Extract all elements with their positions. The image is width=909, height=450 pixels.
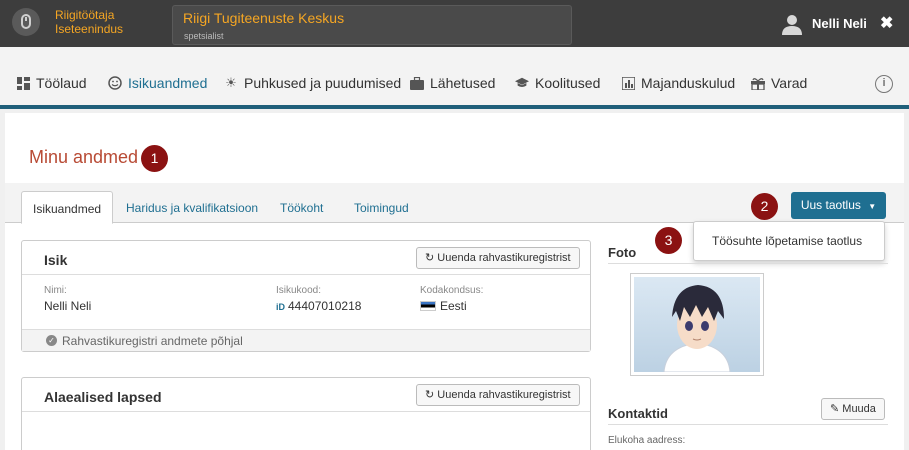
graduation-cap-icon bbox=[515, 76, 529, 90]
refresh-children-button[interactable]: ↻ Uuenda rahvastikuregistrist bbox=[416, 384, 580, 406]
brand-line1: Riigitöötaja bbox=[55, 8, 115, 22]
id-code-value: 44407010218 bbox=[288, 299, 362, 313]
new-request-dropdown: Töösuhte lõpetamise taotlus bbox=[693, 221, 885, 261]
tab-toimingud[interactable]: Toimingud bbox=[354, 201, 409, 215]
caret-down-icon: ▼ bbox=[868, 202, 877, 211]
person-card-title: Isik bbox=[44, 252, 68, 268]
photo-divider bbox=[608, 263, 888, 264]
nav-label: Varad bbox=[771, 75, 808, 91]
refresh-registry-button[interactable]: ↻ Uuenda rahvastikuregistrist bbox=[416, 247, 580, 269]
nav-label: Lähetused bbox=[430, 75, 496, 91]
new-request-label: Uus taotlus bbox=[800, 198, 861, 212]
nav-item-toolaud[interactable]: Töölaud bbox=[16, 75, 87, 91]
new-request-button[interactable]: Uus taotlus ▼ bbox=[791, 192, 886, 219]
edit-label: Muuda bbox=[842, 403, 876, 415]
children-card-title: Alaealised lapsed bbox=[44, 389, 162, 405]
page-title: Minu andmed bbox=[29, 147, 139, 167]
children-card: Alaealised lapsed ↻ Uuenda rahvastikureg… bbox=[21, 377, 591, 450]
mouse-logo-icon bbox=[12, 8, 40, 36]
name-value: Nelli Neli bbox=[44, 299, 92, 313]
step-badge-3: 3 bbox=[655, 227, 682, 254]
refresh-icon: ↻ bbox=[425, 252, 435, 264]
id-card-icon: iD bbox=[276, 302, 285, 312]
refresh-label: Uuenda rahvastikuregistrist bbox=[437, 252, 571, 264]
contacts-divider bbox=[608, 424, 888, 425]
nav-item-puhkused[interactable]: ☀ Puhkused ja puudumised bbox=[224, 75, 401, 91]
nav-label: Töölaud bbox=[36, 75, 87, 91]
nav-item-varad[interactable]: Varad bbox=[751, 75, 807, 91]
profile-photo[interactable] bbox=[630, 273, 764, 376]
user-name[interactable]: Nelli Neli bbox=[812, 16, 867, 31]
address-label: Elukoha aadress: bbox=[608, 435, 686, 446]
edit-icon: ✎ bbox=[830, 403, 840, 415]
nav-item-koolitused[interactable]: Koolitused bbox=[515, 75, 600, 91]
person-card-header: Isik ↻ Uuenda rahvastikuregistrist bbox=[22, 241, 590, 275]
edit-contacts-button[interactable]: ✎ Muuda bbox=[821, 398, 885, 420]
dropdown-item-termination-request[interactable]: Töösuhte lõpetamise taotlus bbox=[712, 234, 862, 248]
step-badge-2: 2 bbox=[751, 193, 778, 220]
estonian-flag-icon bbox=[420, 301, 436, 311]
brand[interactable]: Riigitöötaja Iseteenindus bbox=[55, 8, 123, 36]
check-circle-icon: ✓ bbox=[46, 335, 57, 346]
sun-icon: ☀ bbox=[225, 75, 237, 90]
top-bar: Riigitöötaja Iseteenindus Riigi Tugiteen… bbox=[0, 0, 909, 47]
tab-isikuandmed[interactable]: Isikuandmed bbox=[21, 191, 114, 224]
nav-label: Majanduskulud bbox=[641, 75, 736, 91]
id-code-field: iD 44407010218 bbox=[276, 299, 361, 313]
nav-item-lahetused[interactable]: Lähetused bbox=[410, 75, 495, 91]
name-label: Nimi: bbox=[44, 285, 67, 296]
registry-source-note: Rahvastikuregistri andmete põhjal bbox=[62, 334, 243, 348]
person-card-footer: ✓ Rahvastikuregistri andmete põhjal bbox=[22, 329, 590, 351]
contacts-title: Kontaktid bbox=[608, 406, 668, 421]
profile-photo-image bbox=[634, 277, 760, 372]
smiley-icon bbox=[108, 76, 122, 90]
id-code-label: Isikukood: bbox=[276, 285, 322, 296]
bar-chart-icon bbox=[621, 76, 635, 90]
user-icon bbox=[782, 15, 802, 35]
children-card-header: Alaealised lapsed ↻ Uuenda rahvastikureg… bbox=[22, 378, 590, 412]
step-badge-1: 1 bbox=[141, 145, 168, 172]
tab-haridus[interactable]: Haridus ja kvalifikatsioon bbox=[126, 201, 258, 215]
main-content: Minu andmed 1 Isikuandmed Haridus ja kva… bbox=[5, 113, 904, 450]
refresh-icon: ↻ bbox=[425, 389, 435, 401]
main-navigation: Töölaud Isikuandmed ☀ Puhkused ja puudum… bbox=[0, 47, 909, 109]
organization-role: spetsialist bbox=[184, 31, 224, 41]
nav-label: Puhkused ja puudumised bbox=[244, 75, 402, 91]
citizenship-field: Eesti bbox=[420, 299, 467, 313]
nav-label: Koolitused bbox=[535, 75, 601, 91]
organization-selector[interactable]: Riigi Tugiteenuste Keskus spetsialist bbox=[172, 5, 572, 45]
photo-title: Foto bbox=[608, 245, 637, 260]
gift-icon bbox=[751, 76, 765, 90]
dashboard-icon bbox=[16, 76, 30, 90]
close-icon[interactable]: ✖ bbox=[880, 13, 893, 33]
person-card: Isik ↻ Uuenda rahvastikuregistrist Nimi:… bbox=[21, 240, 591, 352]
nav-item-isikuandmed[interactable]: Isikuandmed bbox=[108, 75, 207, 91]
citizenship-label: Kodakondsus: bbox=[420, 285, 484, 296]
organization-name: Riigi Tugiteenuste Keskus bbox=[183, 10, 345, 26]
nav-item-majanduskulud[interactable]: Majanduskulud bbox=[621, 75, 735, 91]
nav-label: Isikuandmed bbox=[128, 75, 208, 91]
tab-tookoht[interactable]: Töökoht bbox=[280, 201, 323, 215]
briefcase-icon bbox=[410, 76, 424, 90]
citizenship-value: Eesti bbox=[440, 299, 467, 313]
refresh-label: Uuenda rahvastikuregistrist bbox=[437, 389, 571, 401]
info-icon[interactable]: i bbox=[875, 75, 893, 93]
brand-line2: Iseteenindus bbox=[55, 22, 124, 36]
